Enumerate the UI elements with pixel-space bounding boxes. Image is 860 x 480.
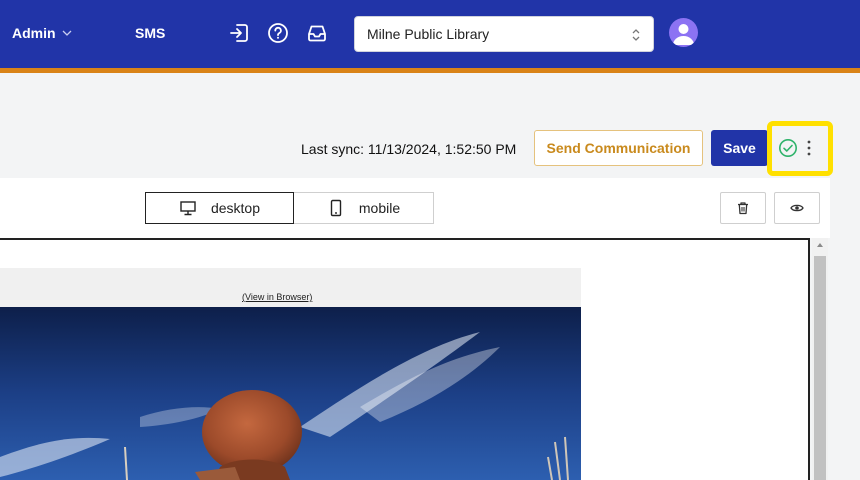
nav-accent-stripe	[0, 68, 860, 73]
help-icon[interactable]	[267, 22, 289, 44]
save-button[interactable]: Save	[711, 130, 768, 166]
desktop-icon	[180, 201, 196, 216]
delete-button[interactable]	[720, 192, 766, 224]
view-in-browser-link[interactable]: (View in Browser)	[242, 292, 312, 302]
preview-button[interactable]	[774, 192, 820, 224]
mobile-view-toggle[interactable]: mobile	[294, 192, 434, 224]
library-select[interactable]: Milne Public Library	[354, 16, 654, 52]
admin-menu[interactable]: Admin	[12, 25, 72, 41]
eye-icon	[790, 204, 804, 212]
mobile-icon	[330, 199, 342, 217]
send-communication-button[interactable]: Send Communication	[534, 130, 703, 166]
inbox-icon[interactable]	[306, 22, 328, 44]
check-circle-icon	[779, 139, 797, 157]
select-updown-icon	[632, 29, 640, 41]
sms-nav-link[interactable]: SMS	[135, 25, 165, 41]
logout-icon[interactable]	[228, 22, 250, 44]
hero-image	[0, 307, 581, 480]
mobile-view-label: mobile	[358, 200, 401, 216]
last-sync-text: Last sync: 11/13/2024, 1:52:50 PM	[301, 141, 517, 157]
admin-menu-label: Admin	[12, 25, 56, 41]
chevron-down-icon	[62, 30, 72, 36]
trash-icon	[738, 202, 748, 215]
library-select-value: Milne Public Library	[367, 26, 490, 42]
scroll-up-arrow-icon[interactable]	[816, 241, 824, 249]
user-avatar-icon[interactable]	[669, 18, 698, 47]
kebab-menu-icon[interactable]	[804, 138, 814, 158]
scrollbar-thumb[interactable]	[814, 256, 826, 480]
desktop-view-label: desktop	[210, 200, 261, 216]
highlight-annotation	[767, 121, 833, 176]
desktop-view-toggle[interactable]: desktop	[145, 192, 294, 224]
